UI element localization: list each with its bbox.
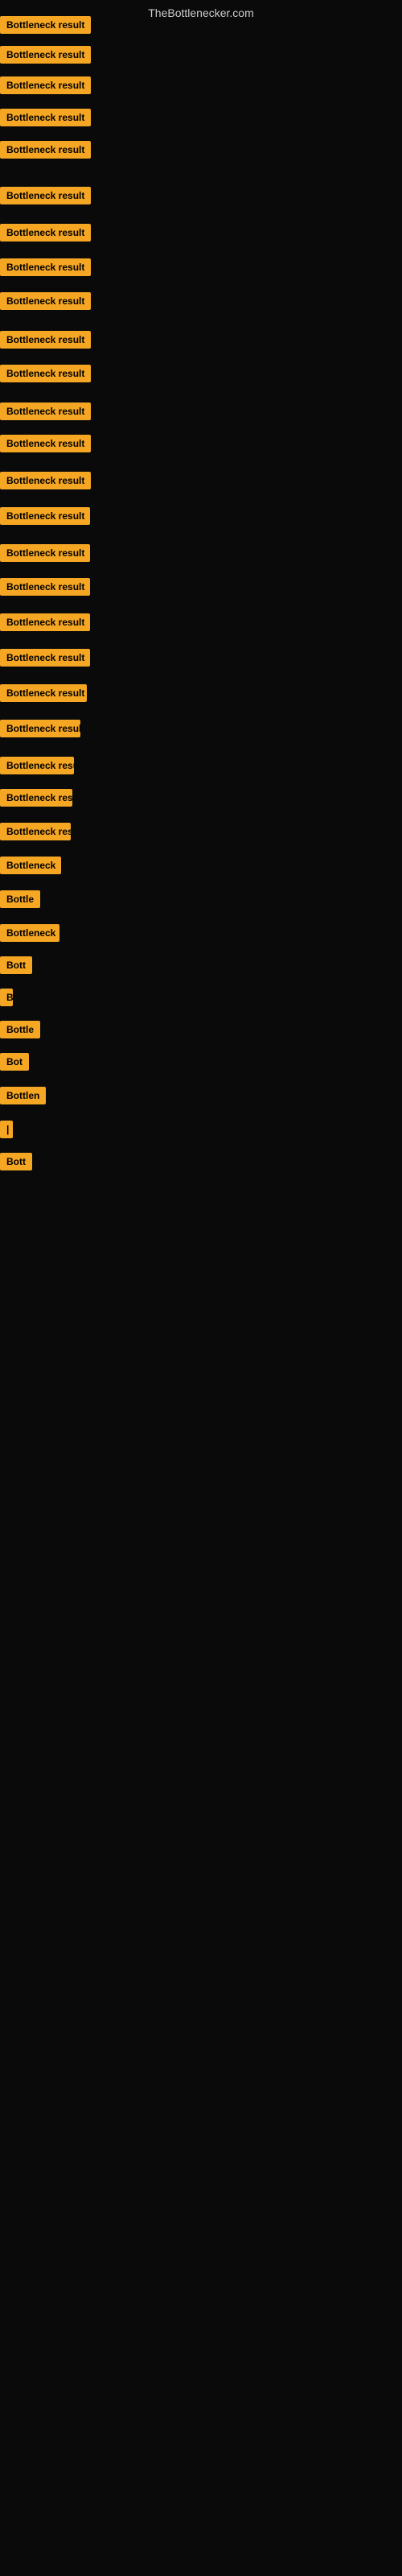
bottleneck-result-label: Bottleneck result xyxy=(0,472,91,489)
bottleneck-result-label: Bottle xyxy=(0,1021,40,1038)
bottleneck-result-label: Bottleneck result xyxy=(0,187,91,204)
bottleneck-result-label: Bottleneck result xyxy=(0,224,91,242)
bottleneck-item: Bott xyxy=(0,1153,32,1174)
bottleneck-item: Bottleneck result xyxy=(0,187,91,208)
bottleneck-item: Bottleneck result xyxy=(0,76,91,98)
bottleneck-item: Bot xyxy=(0,1053,29,1075)
bottleneck-item: Bottleneck result xyxy=(0,16,91,38)
bottleneck-item: Bottle xyxy=(0,1021,40,1042)
bottleneck-result-label: Bottleneck result xyxy=(0,292,91,310)
bottleneck-item: Bottleneck xyxy=(0,924,59,946)
bottleneck-result-label: Bottleneck result xyxy=(0,720,80,737)
bottleneck-result-label: Bottlen xyxy=(0,1087,46,1104)
bottleneck-result-label: Bottleneck resu xyxy=(0,823,71,840)
bottleneck-result-label: Bot xyxy=(0,1053,29,1071)
bottleneck-result-label: | xyxy=(0,1121,13,1138)
bottleneck-item: Bottleneck result xyxy=(0,331,91,353)
bottleneck-item: Bottleneck resu xyxy=(0,757,74,778)
bottleneck-result-label: Bottleneck result xyxy=(0,109,91,126)
bottleneck-result-label: Bottleneck resu xyxy=(0,789,72,807)
bottleneck-result-label: Bottleneck result xyxy=(0,16,91,34)
bottleneck-result-label: Bottleneck result xyxy=(0,76,91,94)
bottleneck-result-label: Bottleneck result xyxy=(0,684,87,702)
bottleneck-result-label: Bottleneck result xyxy=(0,258,91,276)
bottleneck-item: Bottleneck resu xyxy=(0,823,71,844)
bottleneck-item: Bottleneck result xyxy=(0,507,90,529)
bottleneck-item: Bottleneck result xyxy=(0,684,87,706)
bottleneck-item: Bottleneck result xyxy=(0,109,91,130)
bottleneck-result-label: Bottleneck result xyxy=(0,46,91,64)
bottleneck-result-label: Bottleneck result xyxy=(0,141,91,159)
bottleneck-item: Bottleneck result xyxy=(0,649,90,671)
bottleneck-item: | xyxy=(0,1121,13,1142)
bottleneck-item: Bottle xyxy=(0,890,40,912)
bottleneck-item: Bottleneck result xyxy=(0,258,91,280)
bottleneck-item: Bottleneck result xyxy=(0,292,91,314)
bottleneck-item: Bottleneck result xyxy=(0,613,90,635)
bottleneck-result-label: Bottle xyxy=(0,890,40,908)
bottleneck-item: Bott xyxy=(0,956,32,978)
bottleneck-result-label: Bottleneck result xyxy=(0,613,90,631)
bottleneck-result-label: Bottleneck result xyxy=(0,544,90,562)
bottleneck-result-label: Bott xyxy=(0,1153,32,1170)
bottleneck-item: Bottleneck result xyxy=(0,141,91,163)
bottleneck-item: Bottleneck result xyxy=(0,435,91,456)
bottleneck-item: Bottleneck result xyxy=(0,578,90,600)
bottleneck-item: Bottleneck result xyxy=(0,224,91,246)
bottleneck-item: Bottleneck result xyxy=(0,365,91,386)
bottleneck-item: Bottleneck result xyxy=(0,544,90,566)
bottleneck-result-label: B xyxy=(0,989,13,1006)
bottleneck-item: Bottleneck result xyxy=(0,402,91,424)
bottleneck-item: Bottleneck result xyxy=(0,46,91,68)
bottleneck-result-label: Bottleneck result xyxy=(0,331,91,349)
bottleneck-result-label: Bottleneck result xyxy=(0,402,91,420)
bottleneck-item: Bottlen xyxy=(0,1087,46,1108)
bottleneck-result-label: Bottleneck result xyxy=(0,578,90,596)
bottleneck-item: Bottleneck result xyxy=(0,720,80,741)
bottleneck-result-label: Bott xyxy=(0,956,32,974)
bottleneck-item: B xyxy=(0,989,13,1010)
bottleneck-item: Bottleneck xyxy=(0,857,61,878)
bottleneck-result-label: Bottleneck result xyxy=(0,507,90,525)
bottleneck-result-label: Bottleneck result xyxy=(0,435,91,452)
bottleneck-result-label: Bottleneck xyxy=(0,857,61,874)
bottleneck-result-label: Bottleneck resu xyxy=(0,757,74,774)
bottleneck-item: Bottleneck result xyxy=(0,472,91,493)
bottleneck-item: Bottleneck resu xyxy=(0,789,72,811)
bottleneck-result-label: Bottleneck xyxy=(0,924,59,942)
bottleneck-result-label: Bottleneck result xyxy=(0,365,91,382)
bottleneck-result-label: Bottleneck result xyxy=(0,649,90,667)
